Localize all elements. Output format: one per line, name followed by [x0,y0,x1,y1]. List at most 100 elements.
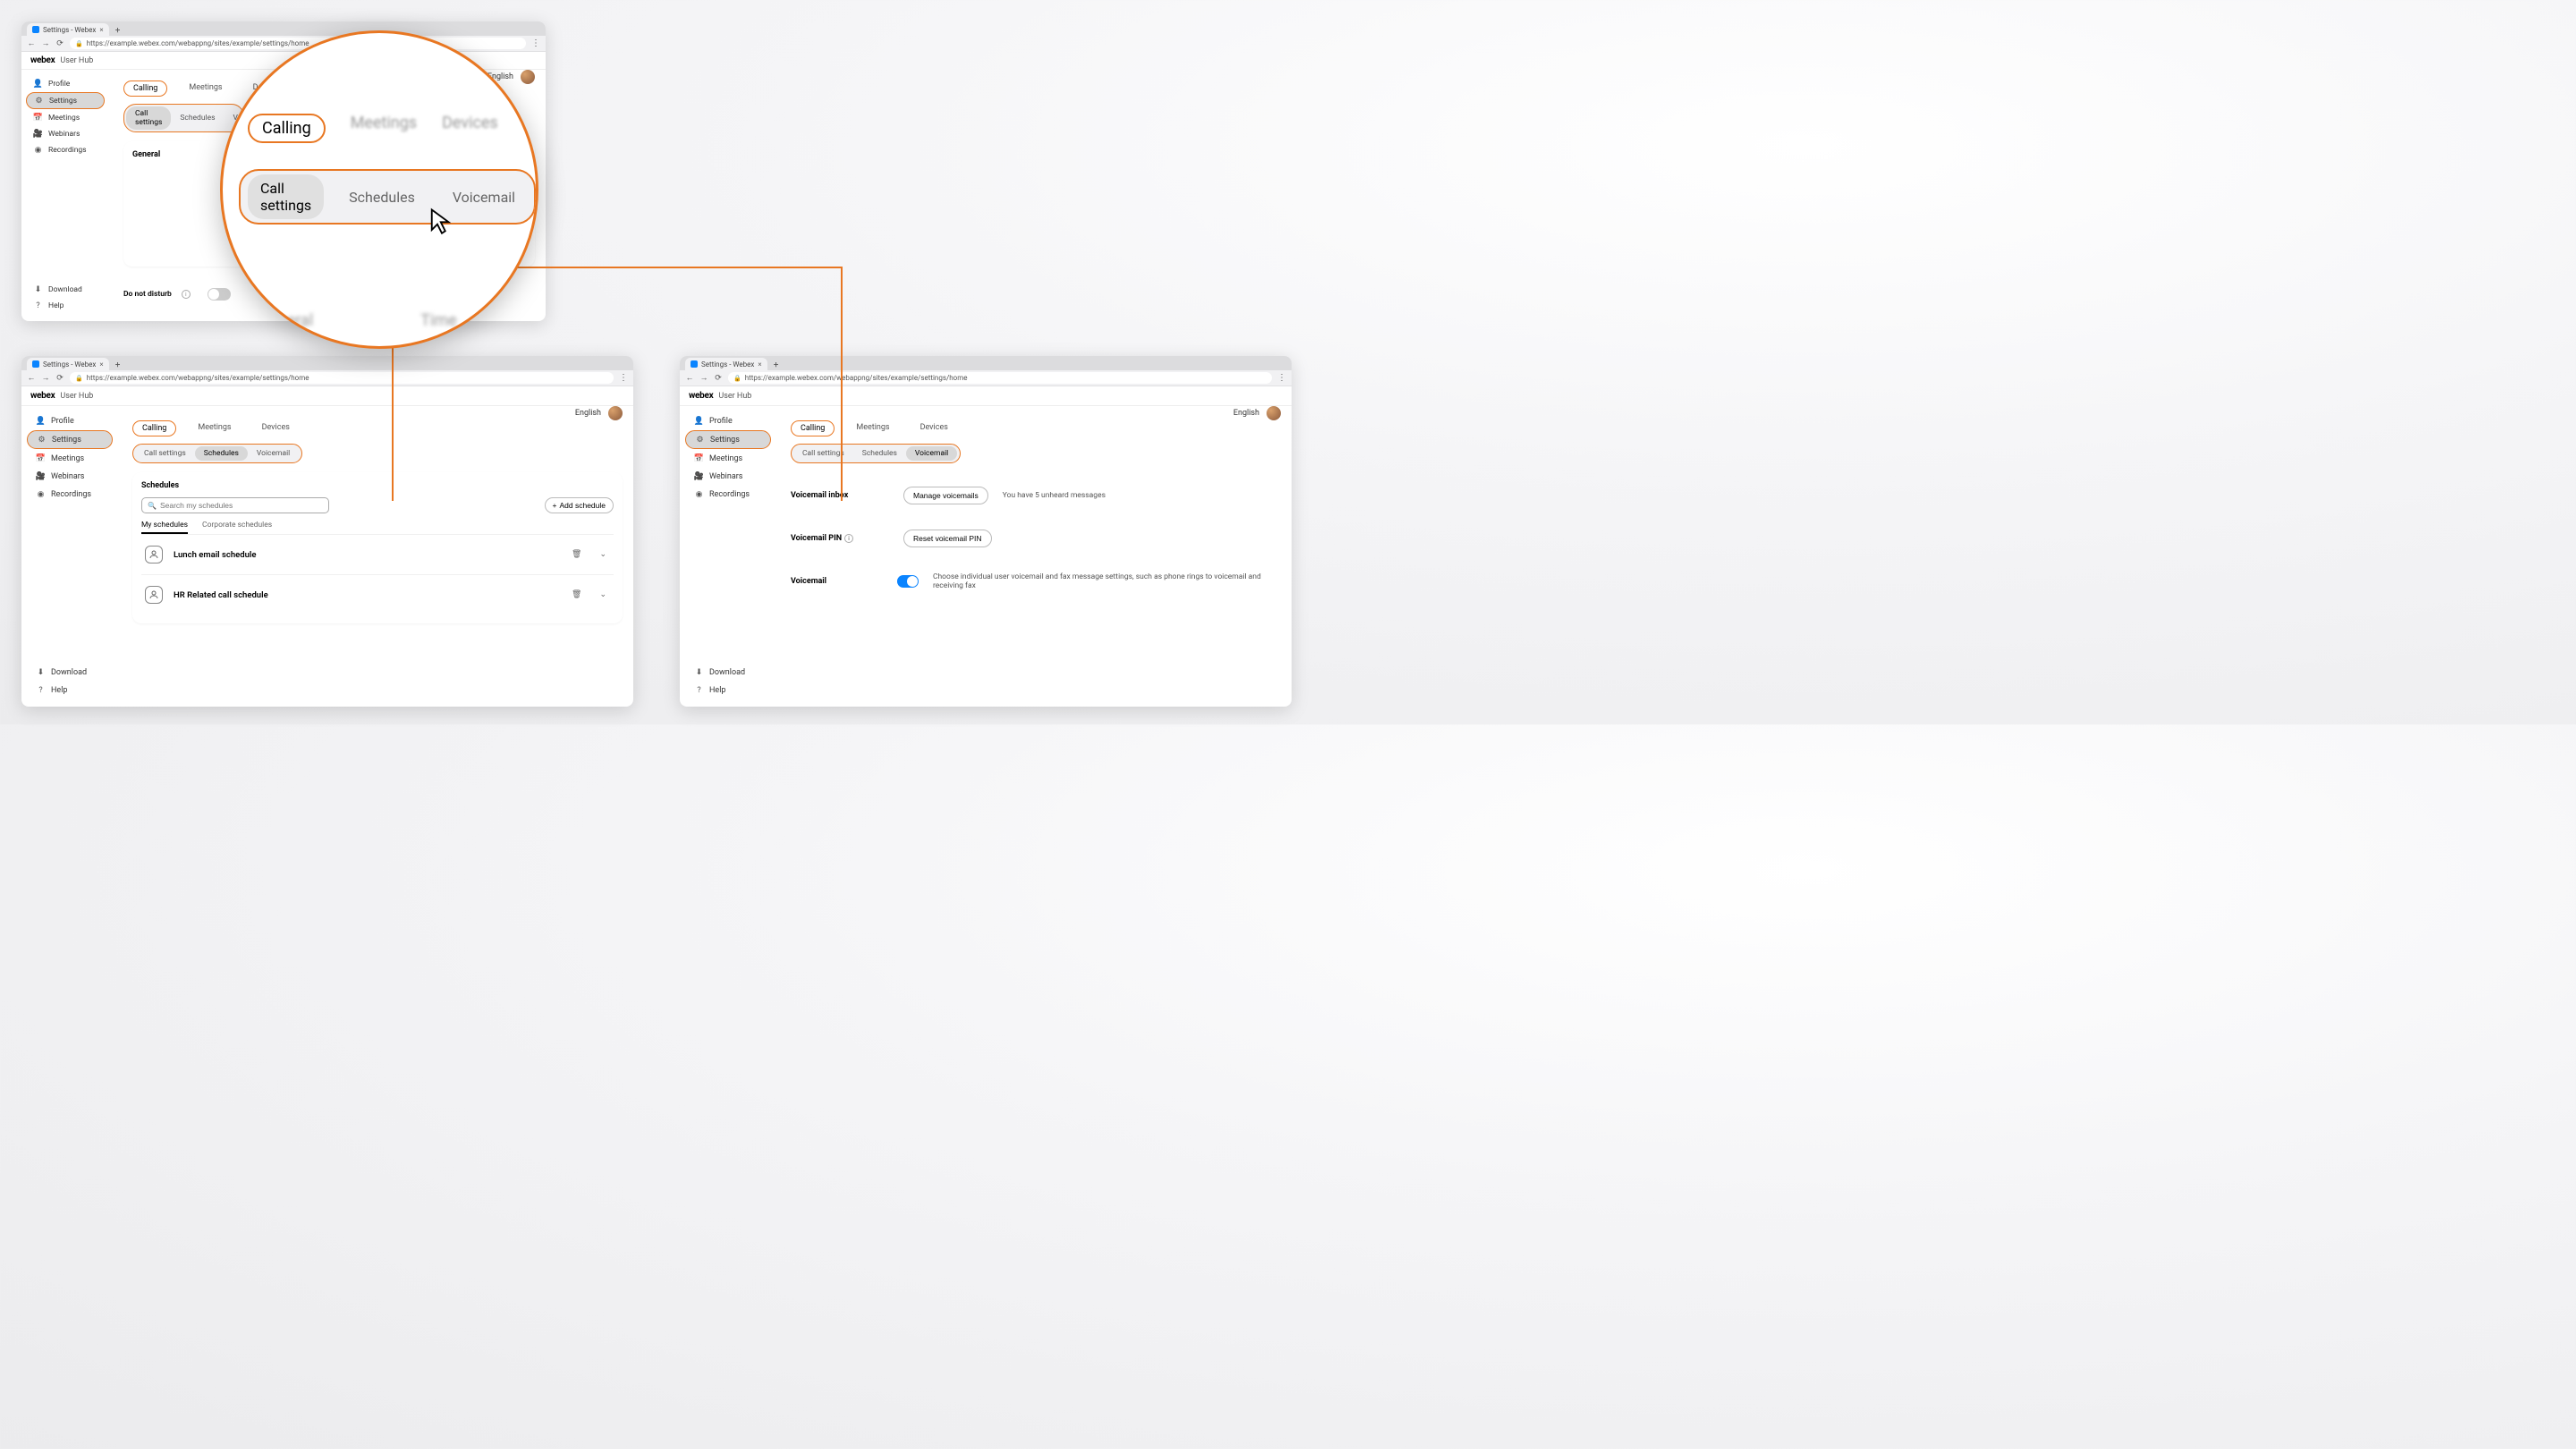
tab-title: Settings - Webex [43,360,96,369]
sidebar-label: Help [709,686,725,695]
voicemail-toggle-section: Voicemail Choose individual user voicema… [791,560,1281,603]
tab-calling[interactable]: Calling [791,420,835,436]
subtab-schedules[interactable]: Schedules [853,446,906,461]
sidebar-item-recordings[interactable]: ◉Recordings [27,486,113,503]
hub-label: User Hub [60,392,93,401]
subtab-schedules[interactable]: Schedules [171,111,224,125]
tab-calling[interactable]: Calling [123,80,167,97]
browser-menu-icon[interactable]: ⋮ [619,373,628,383]
sidebar-item-meetings[interactable]: 📅Meetings [685,450,771,467]
avatar[interactable] [1267,406,1281,420]
sidebar-item-settings[interactable]: ⚙Settings [26,92,105,109]
tab-meetings[interactable]: Meetings [189,420,240,436]
tab-devices[interactable]: Devices [911,420,957,436]
sidebar-item-meetings[interactable]: 📅Meetings [26,110,105,125]
browser-urlbar: ← → ⟳ 🔒 https://example.webex.com/webapp… [680,370,1292,386]
new-tab-button[interactable]: + [113,360,123,370]
browser-tab[interactable]: Settings - Webex × [27,358,109,370]
sidebar-item-profile[interactable]: 👤Profile [26,76,105,91]
voicemail-toggle[interactable] [897,575,919,588]
reload-icon[interactable]: ⟳ [55,39,64,48]
voicemail-inbox-section: Voicemail inbox Manage voicemails You ha… [791,474,1281,517]
add-schedule-button[interactable]: +Add schedule [545,497,614,513]
schedule-icon [145,546,163,564]
chevron-down-icon[interactable]: ⌄ [596,590,610,599]
forward-icon[interactable]: → [41,374,50,383]
avatar[interactable] [608,406,623,420]
url-field[interactable]: 🔒 https://example.webex.com/webappng/sit… [728,372,1272,384]
sidebar-item-webinars[interactable]: 🎥Webinars [27,468,113,485]
sidebar-label: Settings [52,436,81,445]
subtab-call-settings[interactable]: Call settings [793,446,853,461]
mag-subtab-schedules: Schedules [336,183,428,211]
sidebar-label: Download [51,668,87,677]
url-field[interactable]: 🔒 https://example.webex.com/webappng/sit… [70,372,614,384]
sidebar-item-download[interactable]: ⬇Download [685,664,771,681]
browser-tab[interactable]: Settings - Webex × [27,23,109,36]
cursor-icon [428,208,455,234]
lock-icon: 🔒 [75,40,83,47]
sidebar-label: Help [51,686,67,695]
search-input[interactable] [160,501,323,510]
back-icon[interactable]: ← [27,374,36,383]
new-tab-button[interactable]: + [113,25,123,36]
sidebar-item-settings[interactable]: ⚙Settings [685,430,771,449]
sidebar-item-profile[interactable]: 👤Profile [685,412,771,429]
subtab-call-settings[interactable]: Call settings [135,446,195,461]
sidebar-label: Download [709,668,745,677]
close-tab-icon[interactable]: × [99,360,103,369]
sidebar-item-settings[interactable]: ⚙Settings [27,430,113,449]
delete-icon[interactable]: 🗑 [568,590,585,599]
forward-icon[interactable]: → [41,39,50,48]
language-selector[interactable]: English [1233,409,1259,418]
tab-devices[interactable]: Devices [253,420,299,436]
favicon-icon [32,360,39,368]
sidebar-item-help[interactable]: ?Help [685,682,771,699]
info-icon[interactable]: i [182,290,191,299]
sidebar-item-download[interactable]: ⬇Download [26,282,105,297]
sidebar-item-webinars[interactable]: 🎥Webinars [685,468,771,485]
delete-icon[interactable]: 🗑 [568,550,585,559]
sidebar-item-recordings[interactable]: ◉Recordings [26,142,105,157]
subtab-voicemail[interactable]: Voicemail [906,446,957,461]
back-icon[interactable]: ← [685,374,694,383]
subtab-voicemail[interactable]: Voicemail [248,446,299,461]
magnifier-zoom: Calling Meetings Devices Call settings S… [220,30,538,349]
add-label: Add schedule [559,501,606,510]
schedule-row[interactable]: Lunch email schedule 🗑 ⌄ [141,534,614,574]
info-icon[interactable]: i [844,534,853,543]
close-tab-icon[interactable]: × [758,360,761,369]
reload-icon[interactable]: ⟳ [714,374,723,383]
tab-my-schedules[interactable]: My schedules [141,521,188,534]
tab-meetings[interactable]: Meetings [847,420,898,436]
sidebar-label: Profile [48,80,70,89]
sidebar-item-profile[interactable]: 👤Profile [27,412,113,429]
sidebar-item-help[interactable]: ?Help [27,682,113,699]
sidebar-item-meetings[interactable]: 📅Meetings [27,450,113,467]
new-tab-button[interactable]: + [771,360,782,370]
browser-menu-icon[interactable]: ⋮ [1277,373,1286,383]
subtab-schedules[interactable]: Schedules [195,446,248,461]
chevron-down-icon[interactable]: ⌄ [596,550,610,559]
close-tab-icon[interactable]: × [99,26,103,34]
forward-icon[interactable]: → [699,374,708,383]
sidebar-item-help[interactable]: ?Help [26,298,105,313]
tab-calling[interactable]: Calling [132,420,176,436]
tab-corporate-schedules[interactable]: Corporate schedules [202,521,272,534]
browser-tab[interactable]: Settings - Webex × [685,358,767,370]
subtab-call-settings[interactable]: Call settings [126,106,171,130]
language-selector[interactable]: English [575,409,601,418]
sidebar-item-recordings[interactable]: ◉Recordings [685,486,771,503]
app-header: webex User Hub [680,386,1292,406]
schedule-row[interactable]: HR Related call schedule 🗑 ⌄ [141,574,614,614]
search-schedules[interactable]: 🔍 [141,497,329,513]
reset-pin-button[interactable]: Reset voicemail PIN [903,530,992,547]
webinar-icon: 🎥 [694,471,704,481]
voicemail-pin-section: Voicemail PINi Reset voicemail PIN [791,517,1281,560]
sidebar-item-webinars[interactable]: 🎥Webinars [26,126,105,141]
manage-voicemails-button[interactable]: Manage voicemails [903,487,988,504]
sidebar-item-download[interactable]: ⬇Download [27,664,113,681]
back-icon[interactable]: ← [27,39,36,48]
reload-icon[interactable]: ⟳ [55,374,64,383]
lock-icon: 🔒 [733,375,741,382]
